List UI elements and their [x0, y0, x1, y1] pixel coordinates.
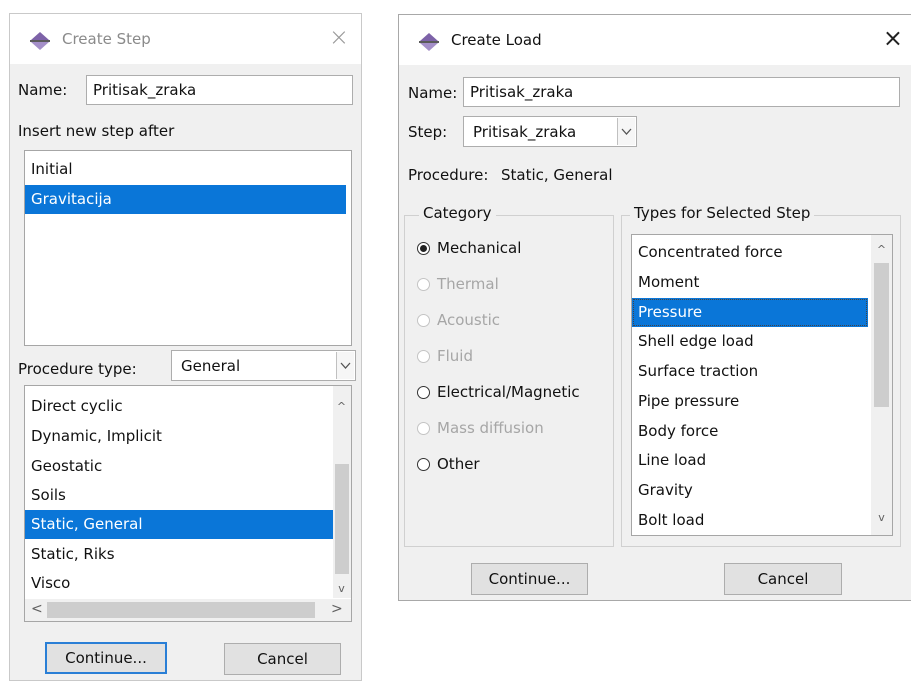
- list-item-body-force[interactable]: Body force: [632, 417, 868, 446]
- load-types-list: Concentrated force Moment Pressure Shell…: [631, 234, 893, 536]
- radio-label: Acoustic: [437, 311, 501, 329]
- list-item-pipe-pressure[interactable]: Pipe pressure: [632, 387, 868, 416]
- scroll-left-icon[interactable]: <: [31, 601, 43, 617]
- list-item-geostatic[interactable]: Geostatic: [25, 452, 341, 481]
- radio-electrical-magnetic[interactable]: Electrical/Magnetic: [417, 380, 580, 404]
- step-combo[interactable]: Pritisak_zraka: [463, 116, 637, 147]
- load-name-input[interactable]: Pritisak_zraka: [463, 77, 900, 107]
- scroll-up-icon[interactable]: ^: [873, 243, 890, 256]
- procedure-horizontal-scrollbar[interactable]: < >: [25, 599, 351, 621]
- create-step-titlebar: Create Step ×: [10, 14, 361, 64]
- category-group: Category Mechanical Thermal Acoustic Flu…: [404, 204, 614, 547]
- radio-acoustic: Acoustic: [417, 308, 500, 332]
- scroll-up-icon[interactable]: ^: [333, 400, 350, 413]
- procedure-label: Procedure:: [408, 166, 489, 184]
- scroll-right-icon[interactable]: >: [331, 601, 343, 617]
- cancel-button[interactable]: Cancel: [224, 643, 341, 675]
- list-item-gravity[interactable]: Gravity: [632, 476, 868, 505]
- list-item-static-general[interactable]: Static, General: [25, 510, 335, 539]
- create-load-titlebar: Create Load ×: [399, 15, 911, 65]
- step-combo-value: Pritisak_zraka: [473, 123, 577, 141]
- close-icon[interactable]: ×: [329, 24, 349, 50]
- create-load-dialog: Create Load × Name: Pritisak_zraka Step:…: [398, 14, 911, 601]
- radio-thermal: Thermal: [417, 272, 499, 296]
- radio-label: Other: [437, 455, 480, 473]
- create-load-title: Create Load: [451, 31, 542, 49]
- procedure-type-value: General: [181, 357, 241, 375]
- radio-indicator: [417, 349, 430, 363]
- insert-after-label: Insert new step after: [18, 122, 175, 140]
- radio-other[interactable]: Other: [417, 452, 480, 476]
- chevron-down-icon[interactable]: [617, 118, 635, 145]
- types-vertical-scrollbar[interactable]: ^ v: [871, 235, 892, 535]
- scroll-thumb[interactable]: [335, 464, 349, 574]
- scroll-down-icon[interactable]: v: [873, 511, 890, 524]
- list-item-soils[interactable]: Soils: [25, 481, 341, 510]
- procedure-type-combo[interactable]: General: [171, 350, 356, 381]
- horizontal-scroll-thumb[interactable]: [47, 602, 315, 618]
- types-group-title: Types for Selected Step: [630, 204, 815, 222]
- create-step-dialog: Create Step × Name: Pritisak_zraka Inser…: [9, 13, 362, 681]
- list-item-surface-traction[interactable]: Surface traction: [632, 357, 868, 386]
- radio-mechanical[interactable]: Mechanical: [417, 236, 521, 260]
- radio-indicator: [417, 457, 430, 471]
- create-step-title: Create Step: [62, 30, 151, 48]
- list-item-visco[interactable]: Visco: [25, 569, 341, 598]
- close-icon[interactable]: ×: [883, 25, 903, 51]
- list-item-bolt-load[interactable]: Bolt load: [632, 506, 868, 535]
- radio-indicator: [417, 313, 430, 327]
- list-item-moment[interactable]: Moment: [632, 268, 868, 297]
- procedure-vertical-scrollbar[interactable]: ^ v: [333, 386, 351, 598]
- list-item-direct-cyclic[interactable]: Direct cyclic: [25, 392, 341, 421]
- continue-button[interactable]: Continue...: [471, 563, 588, 595]
- step-label: Step:: [408, 123, 448, 141]
- list-item-dynamic-implicit[interactable]: Dynamic, Implicit: [25, 422, 341, 451]
- name-label: Name:: [18, 81, 68, 99]
- radio-indicator: [417, 241, 430, 255]
- radio-indicator: [417, 385, 430, 399]
- procedure-list: Direct cyclic Dynamic, Implicit Geostati…: [24, 385, 352, 622]
- radio-fluid: Fluid: [417, 344, 473, 368]
- name-label: Name:: [408, 84, 458, 102]
- continue-button[interactable]: Continue...: [45, 642, 167, 674]
- step-arrows-icon: [30, 32, 50, 50]
- list-item-shell-edge-load[interactable]: Shell edge load: [632, 327, 868, 356]
- radio-indicator: [417, 277, 430, 291]
- step-name-input[interactable]: Pritisak_zraka: [86, 75, 353, 105]
- list-item-concentrated-force[interactable]: Concentrated force: [632, 238, 868, 267]
- radio-label: Mass diffusion: [437, 419, 544, 437]
- radio-label: Fluid: [437, 347, 473, 365]
- types-group: Types for Selected Step Concentrated for…: [621, 204, 901, 547]
- radio-label: Thermal: [437, 275, 499, 293]
- radio-indicator: [417, 421, 430, 435]
- radio-label: Electrical/Magnetic: [437, 383, 580, 401]
- radio-label: Mechanical: [437, 239, 522, 257]
- cancel-button[interactable]: Cancel: [724, 563, 842, 595]
- procedure-value: Static, General: [501, 166, 613, 184]
- radio-mass-diffusion: Mass diffusion: [417, 416, 544, 440]
- list-item-initial[interactable]: Initial: [25, 155, 345, 184]
- scroll-down-icon[interactable]: v: [333, 582, 350, 595]
- list-item-gravitacija[interactable]: Gravitacija: [25, 185, 346, 214]
- list-item-line-load[interactable]: Line load: [632, 446, 868, 475]
- procedure-type-label: Procedure type:: [18, 360, 137, 378]
- list-item-pressure[interactable]: Pressure: [632, 298, 868, 327]
- step-arrows-icon: [419, 33, 439, 51]
- step-list: Initial Gravitacija: [24, 150, 352, 346]
- category-group-title: Category: [419, 204, 496, 222]
- scroll-thumb[interactable]: [874, 263, 889, 407]
- list-item-static-riks[interactable]: Static, Riks: [25, 540, 341, 569]
- chevron-down-icon[interactable]: [336, 352, 354, 379]
